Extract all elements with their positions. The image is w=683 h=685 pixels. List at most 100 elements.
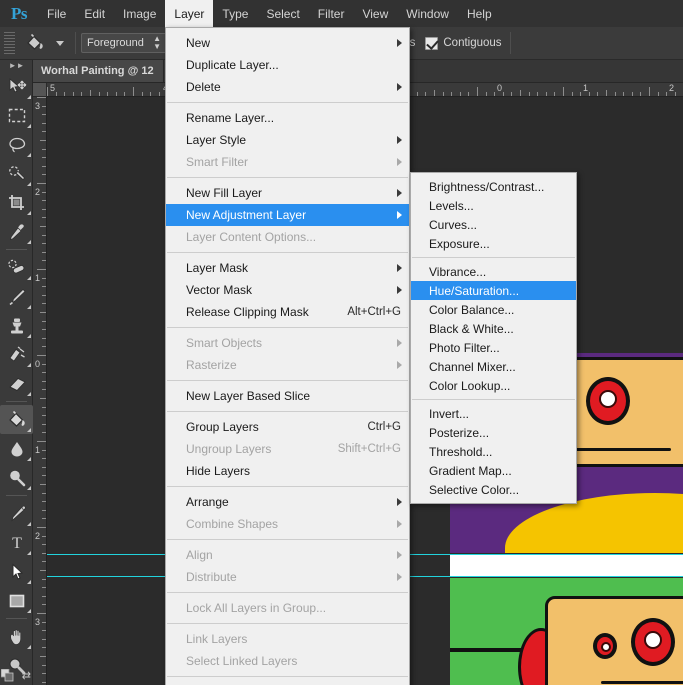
menu-help[interactable]: Help	[458, 0, 501, 27]
brush-tool[interactable]	[0, 282, 33, 311]
default-colors-icon[interactable]	[0, 668, 14, 685]
lasso-tool[interactable]	[0, 130, 33, 159]
ruler-v-label-3: 0	[35, 359, 41, 369]
vertical-ruler[interactable]: 3 2 1 0 1 2 3	[33, 97, 47, 685]
spot-healing-brush-tool[interactable]	[0, 253, 33, 282]
adjustment-item-threshold[interactable]: Threshold...	[411, 442, 576, 461]
adjustment-item-hue-saturation[interactable]: Hue/Saturation...	[411, 281, 576, 300]
adjustment-item-vibrance[interactable]: Vibrance...	[411, 262, 576, 281]
adjustment-item-invert[interactable]: Invert...	[411, 404, 576, 423]
move-tool[interactable]	[0, 72, 33, 101]
layer-menu-item-release-clipping-mask[interactable]: Release Clipping Mask Alt+Ctrl+G	[166, 301, 409, 323]
layer-menu-item-layer-style[interactable]: Layer Style	[166, 129, 409, 151]
menu-select[interactable]: Select	[257, 0, 308, 27]
document-tab-active[interactable]: Worhal Painting @ 12	[33, 60, 164, 82]
photoshop-window: Ps File Edit Image Layer Type Select Fil…	[0, 0, 683, 685]
menu-layer[interactable]: Layer	[165, 0, 214, 27]
options-bar-grip[interactable]	[4, 32, 15, 54]
ruler-v-label-0: 3	[35, 101, 41, 111]
layer-menu-item-lock-all-layers-in-group: Lock All Layers in Group...	[166, 597, 409, 619]
paint-bucket-tool[interactable]	[0, 405, 33, 434]
layer-menu-item-new[interactable]: New	[166, 32, 409, 54]
dodge-tool[interactable]	[0, 463, 33, 492]
blur-tool[interactable]	[0, 434, 33, 463]
swap-colors-icon[interactable]: ⇄	[22, 669, 31, 682]
layer-menu-item-merge-down[interactable]: Merge DownCtrl+E	[166, 681, 409, 685]
layer-menu-item-new-adjustment-layer[interactable]: New Adjustment Layer	[166, 204, 409, 226]
eyedropper-tool[interactable]	[0, 217, 33, 246]
menu-item-label: Combine Shapes	[186, 517, 279, 531]
menu-window[interactable]: Window	[397, 0, 458, 27]
menu-separator	[167, 676, 408, 677]
ruler-origin[interactable]	[33, 83, 47, 97]
layer-menu-item-rename-layer[interactable]: Rename Layer...	[166, 107, 409, 129]
menu-item-label: Layer Style	[186, 133, 247, 147]
layer-menu-item-distribute: Distribute	[166, 566, 409, 588]
menu-item-label: Group Layers	[186, 420, 259, 434]
layer-menu-item-select-linked-layers: Select Linked Layers	[166, 650, 409, 672]
tools-panel-collapse[interactable]: ►►	[0, 60, 33, 72]
menu-filter[interactable]: Filter	[309, 0, 354, 27]
layer-menu-item-arrange[interactable]: Arrange	[166, 491, 409, 513]
layer-menu-item-hide-layers[interactable]: Hide Layers	[166, 460, 409, 482]
clone-stamp-tool[interactable]	[0, 311, 33, 340]
eraser-tool[interactable]	[0, 369, 33, 398]
layer-menu-dropdown[interactable]: New Duplicate Layer... Delete Rename Layer.…	[165, 27, 410, 685]
menu-item-label: Distribute	[186, 570, 237, 584]
ruler-h-label-3: 1	[583, 83, 589, 93]
tools-divider-1	[5, 249, 27, 250]
layer-menu-item-align: Align	[166, 544, 409, 566]
menu-type[interactable]: Type	[213, 0, 257, 27]
layer-menu-item-layer-mask[interactable]: Layer Mask	[166, 257, 409, 279]
paint-bucket-icon[interactable]	[20, 30, 50, 56]
adjustment-item-levels[interactable]: Levels...	[411, 196, 576, 215]
quick-selection-tool[interactable]	[0, 159, 33, 188]
menu-image[interactable]: Image	[114, 0, 165, 27]
rectangular-marquee-tool[interactable]	[0, 101, 33, 130]
adjustment-item-curves[interactable]: Curves...	[411, 215, 576, 234]
adjustment-item-channel-mixer[interactable]: Channel Mixer...	[411, 357, 576, 376]
options-divider-4	[509, 32, 511, 54]
menu-separator	[167, 252, 408, 253]
menu-item-label: Delete	[186, 80, 221, 94]
pen-tool[interactable]	[0, 499, 33, 528]
artwork-panel-green	[450, 578, 683, 685]
submenu-separator	[412, 257, 575, 258]
rectangle-tool[interactable]	[0, 586, 33, 615]
layer-menu-item-duplicate-layer[interactable]: Duplicate Layer...	[166, 54, 409, 76]
type-tool[interactable]: T	[0, 528, 33, 557]
collapse-arrows-icon: ►►	[8, 61, 25, 70]
layer-menu-item-new-fill-layer[interactable]: New Fill Layer	[166, 182, 409, 204]
menu-edit[interactable]: Edit	[75, 0, 114, 27]
menu-file[interactable]: File	[38, 0, 75, 27]
new-adjustment-layer-submenu[interactable]: Brightness/Contrast... Levels... Curves...…	[410, 172, 577, 504]
adjustment-item-color-balance[interactable]: Color Balance...	[411, 300, 576, 319]
adjustment-item-selective-color[interactable]: Selective Color...	[411, 480, 576, 499]
menu-separator	[167, 411, 408, 412]
chevron-right-icon	[397, 211, 402, 219]
menu-view[interactable]: View	[353, 0, 397, 27]
tool-preset-chevron-down-icon[interactable]	[56, 40, 64, 46]
chevron-right-icon	[397, 264, 402, 272]
hand-tool[interactable]	[0, 622, 33, 651]
layer-menu-item-link-layers: Link Layers	[166, 628, 409, 650]
layer-menu-item-group-layers[interactable]: Group Layers Ctrl+G	[166, 416, 409, 438]
adjustment-item-color-lookup[interactable]: Color Lookup...	[411, 376, 576, 395]
fill-source-select[interactable]: Foreground ▲ ▼	[81, 33, 167, 53]
crop-tool[interactable]	[0, 188, 33, 217]
contiguous-checkbox[interactable]	[425, 36, 439, 50]
adjustment-item-photo-filter[interactable]: Photo Filter...	[411, 338, 576, 357]
path-selection-tool[interactable]	[0, 557, 33, 586]
adjustment-item-brightness-contrast[interactable]: Brightness/Contrast...	[411, 177, 576, 196]
layer-menu-item-vector-mask[interactable]: Vector Mask	[166, 279, 409, 301]
layer-menu-item-new-layer-based-slice[interactable]: New Layer Based Slice	[166, 385, 409, 407]
adjustment-item-posterize[interactable]: Posterize...	[411, 423, 576, 442]
chevron-right-icon	[397, 498, 402, 506]
adjustment-item-black-white[interactable]: Black & White...	[411, 319, 576, 338]
ruler-h-label-0: 5	[50, 83, 56, 93]
adjustment-item-gradient-map[interactable]: Gradient Map...	[411, 461, 576, 480]
adjustment-item-exposure[interactable]: Exposure...	[411, 234, 576, 253]
contiguous-checkbox-wrap[interactable]: Contiguous	[425, 36, 502, 50]
layer-menu-item-delete[interactable]: Delete	[166, 76, 409, 98]
history-brush-tool[interactable]	[0, 340, 33, 369]
